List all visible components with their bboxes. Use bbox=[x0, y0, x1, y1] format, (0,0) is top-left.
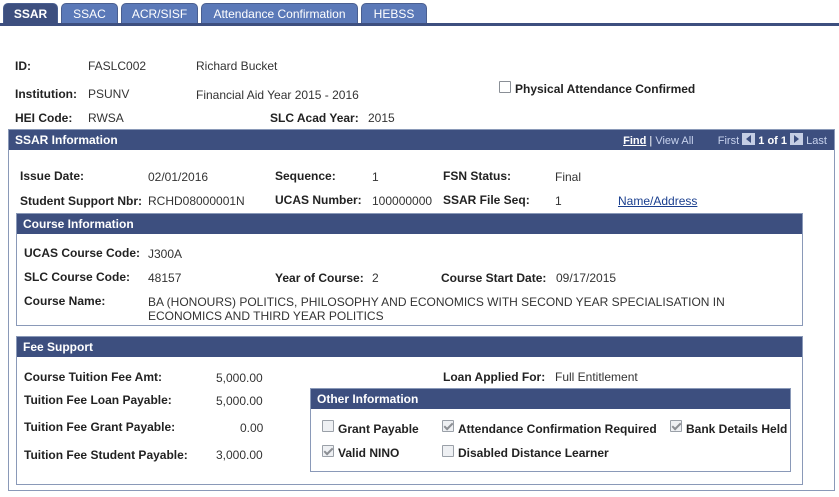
ucas-course-code-value: J300A bbox=[148, 247, 183, 261]
year-of-course-label: Year of Course: bbox=[275, 271, 364, 285]
ssar-information-title: SSAR Information bbox=[15, 133, 118, 147]
hei-code-label: HEI Code: bbox=[15, 111, 73, 125]
bank-details-checkbox bbox=[670, 420, 682, 432]
last-link[interactable]: Last bbox=[806, 135, 827, 147]
tab-underline bbox=[0, 23, 839, 26]
tab-ssar[interactable]: SSAR bbox=[3, 3, 58, 24]
bank-details-label: Bank Details Held bbox=[686, 422, 788, 436]
previous-icon[interactable] bbox=[742, 133, 756, 145]
fsn-status-value: Final bbox=[555, 170, 582, 184]
name-address-link[interactable]: Name/Address bbox=[618, 194, 697, 208]
tab-acr-sisf[interactable]: ACR/SISF bbox=[121, 3, 198, 24]
tab-attendance-confirmation[interactable]: Attendance Confirmation bbox=[201, 3, 358, 24]
fee-support-header: Fee Support bbox=[17, 337, 802, 357]
slc-acad-year-value: 2015 bbox=[368, 111, 395, 125]
hei-code-value: RWSA bbox=[88, 111, 124, 125]
row-count: 1 of 1 bbox=[758, 135, 788, 147]
ucas-course-code-label: UCAS Course Code: bbox=[24, 246, 141, 260]
ucas-number-label: UCAS Number: bbox=[275, 193, 362, 207]
issue-date-value: 02/01/2016 bbox=[148, 170, 209, 184]
course-information-group: Course Information bbox=[16, 213, 803, 326]
id-value: FASLC002 bbox=[88, 59, 147, 73]
view-all-link[interactable]: View All bbox=[655, 135, 693, 147]
course-information-header: Course Information bbox=[17, 214, 802, 234]
course-name-line1: BA (HONOURS) POLITICS, PHILOSOPHY AND EC… bbox=[148, 295, 725, 309]
issue-date-label: Issue Date: bbox=[20, 169, 85, 183]
course-tuition-fee-value: 5,000.00 bbox=[216, 371, 263, 385]
slc-course-code-value: 48157 bbox=[148, 271, 182, 285]
tuition-fee-student-label: Tuition Fee Student Payable: bbox=[24, 448, 188, 462]
tuition-fee-grant-value: 0.00 bbox=[240, 421, 264, 435]
grant-payable-label: Grant Payable bbox=[338, 422, 419, 436]
year-of-course-value: 2 bbox=[372, 271, 379, 285]
student-support-nbr-label: Student Support Nbr: bbox=[20, 194, 142, 208]
valid-nino-label: Valid NINO bbox=[338, 446, 400, 460]
tuition-fee-loan-value: 5,000.00 bbox=[216, 394, 263, 408]
scroll-nav: Find | View All First 1 of 1 Last bbox=[623, 133, 827, 147]
id-label: ID: bbox=[15, 59, 31, 73]
tuition-fee-grant-label: Tuition Fee Grant Payable: bbox=[24, 420, 176, 434]
disabled-distance-label: Disabled Distance Learner bbox=[458, 446, 609, 460]
tuition-fee-loan-label: Tuition Fee Loan Payable: bbox=[24, 393, 172, 407]
fsn-status-label: FSN Status: bbox=[443, 169, 512, 183]
course-name-label: Course Name: bbox=[24, 294, 106, 308]
loan-applied-value: Full Entitlement bbox=[555, 370, 638, 384]
course-start-date-value: 09/17/2015 bbox=[556, 271, 617, 285]
attendance-required-label: Attendance Confirmation Required bbox=[458, 422, 657, 436]
course-start-date-label: Course Start Date: bbox=[441, 271, 547, 285]
slc-acad-year-label: SLC Acad Year: bbox=[270, 111, 359, 125]
institution-label: Institution: bbox=[15, 87, 77, 101]
student-name: Richard Bucket bbox=[196, 59, 278, 73]
attendance-required-checkbox bbox=[442, 420, 454, 432]
slc-course-code-label: SLC Course Code: bbox=[24, 270, 131, 284]
physical-attendance-label: Physical Attendance Confirmed bbox=[515, 82, 696, 96]
find-link[interactable]: Find bbox=[623, 135, 646, 147]
tab-ssac[interactable]: SSAC bbox=[61, 3, 118, 24]
course-tuition-fee-label: Course Tuition Fee Amt: bbox=[24, 370, 162, 384]
first-link[interactable]: First bbox=[718, 135, 739, 147]
ucas-number-value: 100000000 bbox=[372, 194, 433, 208]
loan-applied-label: Loan Applied For: bbox=[443, 370, 546, 384]
other-information-header: Other Information bbox=[311, 389, 790, 409]
disabled-distance-checkbox bbox=[442, 445, 454, 457]
tab-bar: SSAR SSAC ACR/SISF Attendance Confirmati… bbox=[0, 0, 839, 26]
ssar-file-seq-value: 1 bbox=[555, 194, 562, 208]
grant-payable-checkbox bbox=[322, 420, 334, 432]
sequence-value: 1 bbox=[372, 170, 379, 184]
valid-nino-checkbox bbox=[322, 445, 334, 457]
sequence-label: Sequence: bbox=[275, 169, 336, 183]
next-icon[interactable] bbox=[790, 133, 804, 145]
aid-year: Financial Aid Year 2015 - 2016 bbox=[196, 88, 359, 102]
ssar-file-seq-label: SSAR File Seq: bbox=[443, 193, 530, 207]
tuition-fee-student-value: 3,000.00 bbox=[216, 448, 263, 462]
course-name-line2: ECONOMICS AND THIRD YEAR POLITICS bbox=[148, 309, 384, 323]
institution-value: PSUNV bbox=[88, 87, 130, 101]
tab-hebss[interactable]: HEBSS bbox=[361, 3, 427, 24]
ssar-information-header: SSAR Information Find | View All First 1… bbox=[9, 130, 834, 150]
student-support-nbr-value: RCHD08000001N bbox=[148, 194, 245, 208]
physical-attendance-checkbox[interactable] bbox=[499, 81, 511, 93]
